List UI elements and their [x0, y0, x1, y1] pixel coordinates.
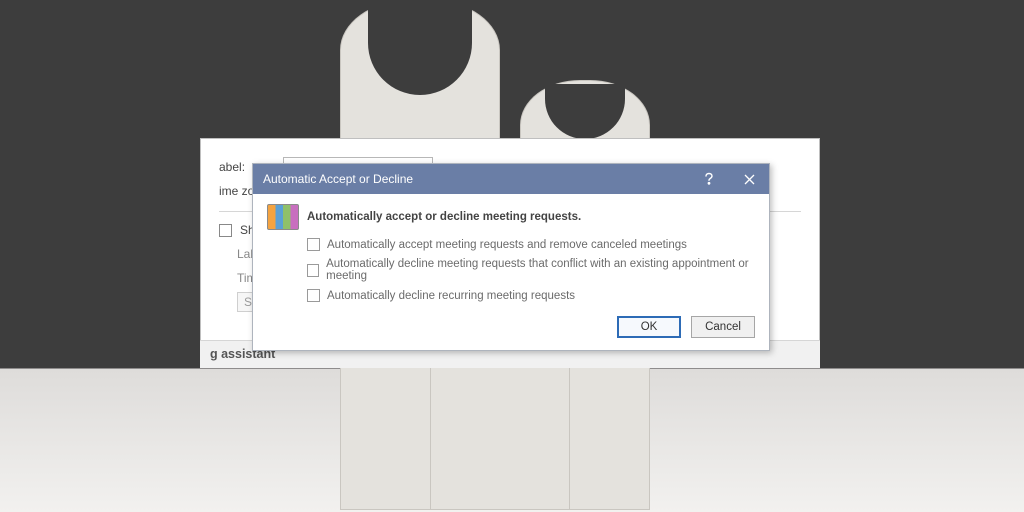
- dialog-title: Automatic Accept or Decline: [263, 172, 689, 186]
- help-icon: [703, 172, 715, 186]
- close-icon: [744, 174, 755, 185]
- auto-accept-decline-dialog: Automatic Accept or Decline Automaticall…: [252, 163, 770, 351]
- option-auto-accept[interactable]: Automatically accept meeting requests an…: [307, 238, 755, 251]
- calendar-options-icon: [267, 204, 299, 230]
- option-decline-conflicts[interactable]: Automatically decline meeting requests t…: [307, 258, 755, 282]
- dialog-titlebar: Automatic Accept or Decline: [253, 164, 769, 194]
- cancel-button[interactable]: Cancel: [691, 316, 755, 338]
- dialog-header-text: Automatically accept or decline meeting …: [307, 211, 581, 223]
- checkbox[interactable]: [307, 238, 320, 251]
- ok-button[interactable]: OK: [617, 316, 681, 338]
- option-decline-recurring[interactable]: Automatically decline recurring meeting …: [307, 289, 755, 302]
- option-label: Automatically decline meeting requests t…: [326, 258, 755, 282]
- option-label: Automatically accept meeting requests an…: [327, 239, 687, 251]
- checkbox[interactable]: [307, 289, 320, 302]
- show-checkbox[interactable]: [219, 224, 232, 237]
- help-button[interactable]: [689, 164, 729, 194]
- checkbox[interactable]: [307, 264, 319, 277]
- close-button[interactable]: [729, 164, 769, 194]
- option-label: Automatically decline recurring meeting …: [327, 290, 575, 302]
